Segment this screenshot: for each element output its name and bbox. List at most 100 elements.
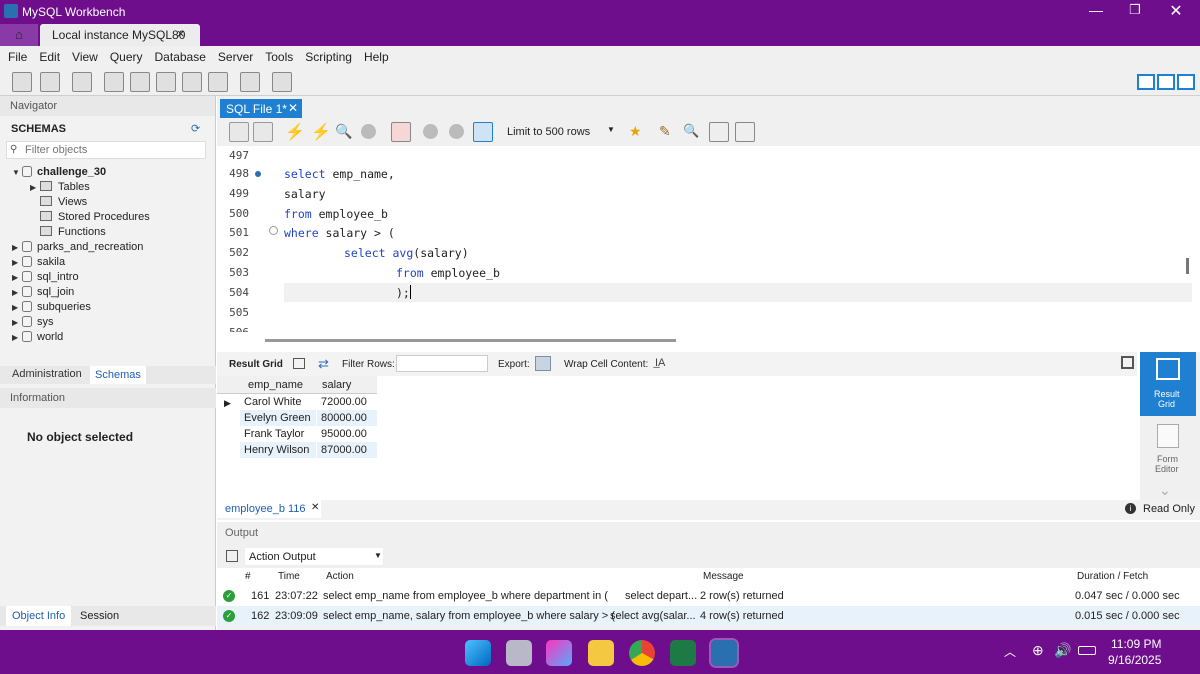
- collapsed-chevron-icon[interactable]: ▶: [12, 270, 22, 285]
- schema-item-sql_join[interactable]: ▶ sql_join: [0, 285, 216, 300]
- collapsed-chevron-icon[interactable]: ▶: [12, 315, 22, 330]
- sql-file-tab[interactable]: SQL File 1* ✕: [220, 99, 302, 118]
- sql-editor[interactable]: 497 498 499 500 501 502 503 504 505 506 …: [217, 146, 1200, 342]
- close-result-tab-icon[interactable]: ✕: [311, 502, 319, 513]
- menu-view[interactable]: View: [66, 50, 104, 64]
- start-menu-icon[interactable]: [465, 640, 491, 666]
- collapsed-chevron-icon[interactable]: ▶: [12, 285, 22, 300]
- form-editor-side-button[interactable]: Form Editor: [1140, 422, 1196, 482]
- collapsed-chevron-icon[interactable]: ▶: [12, 255, 22, 270]
- find-icon[interactable]: 🔍: [683, 123, 699, 139]
- menu-query[interactable]: Query: [104, 50, 149, 64]
- toggle-panel-icon[interactable]: [1121, 356, 1134, 369]
- tab-administration[interactable]: Administration: [12, 368, 82, 380]
- scroll-down-chevron-icon[interactable]: ⌄: [1159, 482, 1171, 499]
- menu-scripting[interactable]: Scripting: [299, 50, 358, 64]
- menu-file[interactable]: File: [2, 50, 33, 64]
- grid-icon[interactable]: [293, 358, 305, 369]
- autocommit-icon[interactable]: [473, 122, 493, 142]
- schema-item-parks_and_recreation[interactable]: ▶ parks_and_recreation: [0, 240, 216, 255]
- beautify-icon[interactable]: ✎: [659, 123, 671, 140]
- task-view-icon[interactable]: [506, 640, 532, 666]
- cell-emp_name[interactable]: Henry Wilson: [240, 442, 316, 458]
- menu-help[interactable]: Help: [358, 50, 395, 64]
- result-grid-side-button[interactable]: Result Grid: [1140, 352, 1196, 416]
- create-schema-icon[interactable]: [104, 72, 124, 92]
- commit-icon[interactable]: [423, 124, 438, 139]
- search-table-data-icon[interactable]: [240, 72, 260, 92]
- home-tab[interactable]: ⌂: [0, 24, 38, 46]
- save-icon[interactable]: [253, 122, 273, 142]
- collapsed-chevron-icon[interactable]: ▶: [12, 330, 22, 345]
- new-sql-tab-icon[interactable]: [12, 72, 32, 92]
- menu-server[interactable]: Server: [212, 50, 259, 64]
- editor-vertical-scrollbar[interactable]: [1186, 258, 1189, 274]
- tree-item-tables[interactable]: ▶ Tables: [0, 180, 216, 195]
- maximize-button[interactable]: ❐: [1125, 2, 1145, 18]
- wrap-lines-icon[interactable]: [735, 122, 755, 142]
- cell-salary[interactable]: 72000.00: [317, 394, 377, 410]
- language-icon[interactable]: ⊕: [1032, 642, 1044, 659]
- export-icon[interactable]: [535, 356, 551, 371]
- file-explorer-icon[interactable]: [588, 640, 614, 666]
- add-snippet-icon[interactable]: ★: [629, 123, 642, 140]
- output-row[interactable]: ✓ 161 23:07:22 select emp_name from empl…: [217, 586, 1200, 606]
- wrap-cell-icon[interactable]: I̲A: [655, 357, 665, 369]
- toggle-output-icon[interactable]: [1157, 74, 1175, 90]
- clock-date[interactable]: 9/16/2025: [1108, 653, 1161, 667]
- execute-statement-icon[interactable]: ⚡: [311, 122, 331, 142]
- cell-salary[interactable]: 80000.00: [317, 410, 377, 426]
- cell-emp_name[interactable]: Carol White: [240, 394, 316, 410]
- close-tab-icon[interactable]: ✕: [288, 101, 298, 115]
- tree-item-functions[interactable]: Functions: [0, 225, 216, 240]
- battery-icon[interactable]: [1078, 646, 1096, 655]
- schema-item-sql_intro[interactable]: ▶ sql_intro: [0, 270, 216, 285]
- editor-horizontal-scrollbar[interactable]: [265, 339, 676, 342]
- tree-item-views[interactable]: Views: [0, 195, 216, 210]
- schema-item-subqueries[interactable]: ▶ subqueries: [0, 300, 216, 315]
- create-table-icon[interactable]: [130, 72, 150, 92]
- copy-icon[interactable]: [226, 550, 238, 562]
- schema-item-challenge_30[interactable]: ▼ challenge_30: [0, 165, 216, 180]
- toggle-errors-icon[interactable]: [391, 122, 411, 142]
- refresh-icon[interactable]: ⇄: [318, 356, 329, 372]
- output-mode-select[interactable]: Action Output ▼: [244, 547, 384, 566]
- toggle-secondary-sidebar-icon[interactable]: [1177, 74, 1195, 90]
- excel-icon[interactable]: [670, 640, 696, 666]
- collapsed-chevron-icon[interactable]: ▶: [12, 300, 22, 315]
- create-procedure-icon[interactable]: [182, 72, 202, 92]
- inspector-icon[interactable]: [72, 72, 92, 92]
- rollback-icon[interactable]: [449, 124, 464, 139]
- schema-item-sys[interactable]: ▶ sys: [0, 315, 216, 330]
- filter-box[interactable]: ⚲: [6, 141, 206, 159]
- volume-icon[interactable]: 🔊: [1054, 642, 1071, 659]
- result-grid[interactable]: emp_name salary ▶ Carol White 72000.00 E…: [217, 376, 1137, 500]
- connection-tab-close-icon[interactable]: ×: [177, 26, 185, 41]
- filter-objects-input[interactable]: [25, 143, 200, 157]
- clock-time[interactable]: 11:09 PM: [1111, 637, 1161, 651]
- menu-edit[interactable]: Edit: [33, 50, 66, 64]
- connection-tab[interactable]: Local instance MySQL80 ×: [40, 24, 200, 46]
- close-button[interactable]: ✕: [1166, 1, 1186, 21]
- collapsed-chevron-icon[interactable]: ▶: [30, 180, 40, 195]
- toggle-sidebar-icon[interactable]: [1137, 74, 1155, 90]
- minimize-button[interactable]: —: [1086, 2, 1106, 18]
- open-sql-script-icon[interactable]: [40, 72, 60, 92]
- stop-icon[interactable]: [361, 124, 376, 139]
- column-header-salary[interactable]: salary: [318, 377, 351, 393]
- cell-salary[interactable]: 95000.00: [317, 426, 377, 442]
- filter-rows-input[interactable]: [396, 355, 488, 372]
- schema-item-sakila[interactable]: ▶ sakila: [0, 255, 216, 270]
- tab-schemas[interactable]: Schemas: [90, 366, 146, 384]
- limit-rows-select[interactable]: Limit to 500 rows ▼: [503, 122, 619, 142]
- menu-tools[interactable]: Tools: [259, 50, 299, 64]
- mysql-workbench-icon[interactable]: [709, 638, 739, 668]
- execute-icon[interactable]: ⚡: [285, 122, 305, 142]
- tab-object-info[interactable]: Object Info: [6, 606, 72, 626]
- collapsed-chevron-icon[interactable]: ▶: [12, 240, 22, 255]
- cell-emp_name[interactable]: Frank Taylor: [240, 426, 316, 442]
- column-header-emp_name[interactable]: emp_name: [244, 377, 303, 393]
- copilot-icon[interactable]: [546, 640, 572, 666]
- create-view-icon[interactable]: [156, 72, 176, 92]
- explain-icon[interactable]: 🔍: [335, 123, 352, 140]
